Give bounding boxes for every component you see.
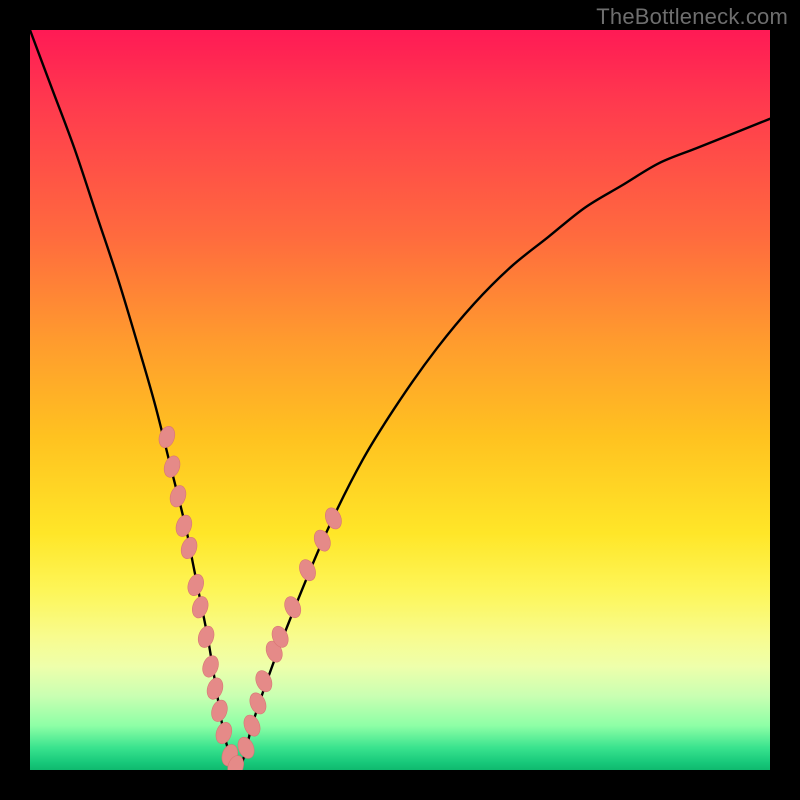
curve-overlay <box>30 30 770 770</box>
data-marker <box>209 698 230 724</box>
data-marker <box>167 483 188 509</box>
data-marker <box>200 654 221 680</box>
data-marker <box>282 594 304 620</box>
data-marker <box>296 557 318 583</box>
plot-area <box>30 30 770 770</box>
data-marker <box>173 513 194 539</box>
data-marker <box>322 505 344 531</box>
watermark-text: TheBottleneck.com <box>596 4 788 30</box>
data-marker <box>204 676 225 702</box>
data-marker <box>213 720 234 746</box>
data-marker <box>156 424 177 450</box>
bottleneck-curve <box>30 30 770 770</box>
data-marker <box>162 454 183 480</box>
data-marker <box>179 535 200 561</box>
data-marker <box>311 528 333 554</box>
data-markers <box>156 424 344 770</box>
data-marker <box>190 594 211 620</box>
data-marker <box>253 668 275 694</box>
chart-frame: TheBottleneck.com <box>0 0 800 800</box>
data-marker <box>247 690 269 716</box>
data-marker <box>196 624 217 650</box>
data-marker <box>241 713 263 739</box>
data-marker <box>185 572 206 598</box>
